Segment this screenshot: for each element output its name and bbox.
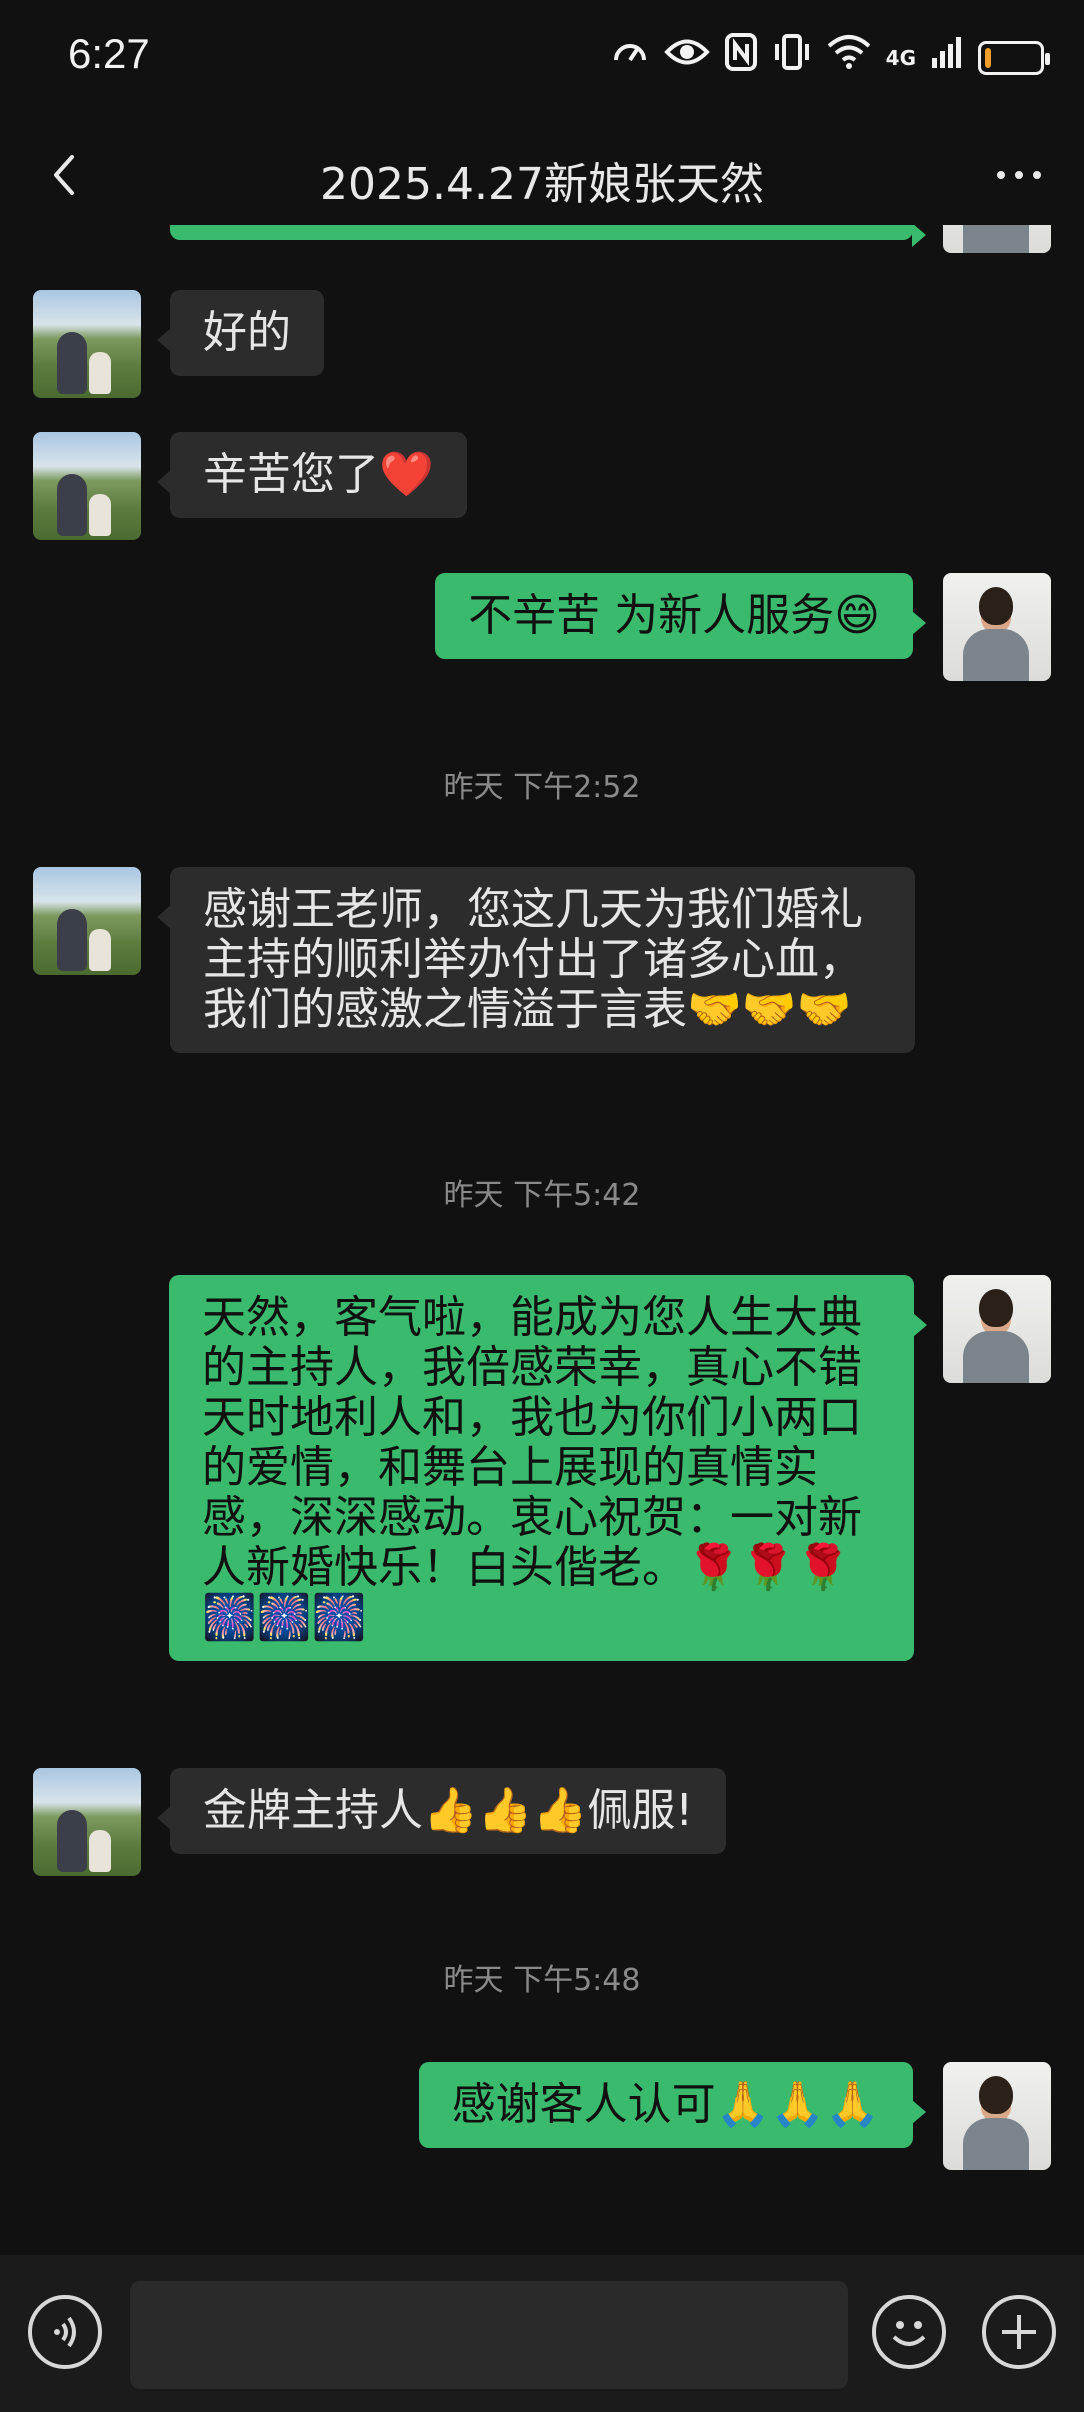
message-bubble[interactable]: 金牌主持人👍👍👍佩服!: [157, 1768, 726, 1854]
plus-button[interactable]: [982, 2295, 1056, 2369]
host-avatar[interactable]: [943, 1275, 1051, 1383]
message-bubble[interactable]: 感谢客人认可🙏🙏🙏: [418, 2062, 927, 2148]
vibrate-icon: [772, 32, 812, 83]
chat-header: 2025.4.27新娘张天然: [0, 110, 1084, 240]
network-type: 4G: [885, 45, 916, 70]
bride-avatar[interactable]: [33, 432, 141, 540]
more-button[interactable]: [984, 155, 1054, 195]
voice-input-icon: [54, 2316, 76, 2348]
chat-title: 2025.4.27新娘张天然: [320, 159, 764, 210]
wifi-icon: [826, 34, 872, 81]
speedometer-icon: [610, 32, 650, 83]
more-horizontal-icon: [997, 171, 1005, 179]
emoji-button[interactable]: [872, 2295, 946, 2369]
bride-avatar[interactable]: [33, 867, 141, 975]
message-bubble[interactable]: 感谢王老师，您这几天为我们婚礼主持的顺利举办付出了诸多心血，我们的感激之情溢于言…: [157, 867, 915, 1053]
battery-icon: [978, 40, 1050, 75]
message-input[interactable]: [130, 2281, 848, 2389]
status-time: 6:27: [68, 30, 150, 77]
host-avatar[interactable]: [943, 225, 1051, 253]
voice-button[interactable]: [28, 2295, 102, 2369]
status-icons: 4G: [610, 32, 1050, 83]
plus-icon: [1002, 2315, 1036, 2349]
status-bar: 6:27 4G: [0, 0, 1084, 110]
timestamp: 昨天 下午5:42: [443, 1178, 641, 1213]
bride-avatar[interactable]: [33, 1768, 141, 1876]
message-bubble[interactable]: 好的: [157, 290, 324, 376]
message-list[interactable]: 好的 辛苦您了❤️ 不辛苦 为新人服务😄 昨天 下午2:52 感谢王老师，您这几…: [0, 225, 1084, 2255]
message-bubble[interactable]: 天然，客气啦，能成为您人生大典的主持人，我倍感荣幸，真心不错天时地利人和，我也为…: [169, 1275, 927, 1661]
timestamp: 昨天 下午2:52: [443, 770, 641, 805]
message-bubble[interactable]: 辛苦您了❤️: [157, 432, 467, 518]
signal-icon: [930, 34, 964, 81]
message-bubble-partial[interactable]: [170, 225, 926, 247]
input-bar: [0, 2255, 1084, 2412]
emoji-icon: [892, 2321, 926, 2346]
bride-avatar[interactable]: [33, 290, 141, 398]
eye-icon: [663, 35, 710, 80]
nfc-icon: [724, 32, 758, 83]
timestamp: 昨天 下午5:48: [443, 1963, 641, 1998]
host-avatar[interactable]: [943, 2062, 1051, 2170]
host-avatar[interactable]: [943, 573, 1051, 681]
message-bubble[interactable]: 不辛苦 为新人服务😄: [435, 573, 926, 659]
